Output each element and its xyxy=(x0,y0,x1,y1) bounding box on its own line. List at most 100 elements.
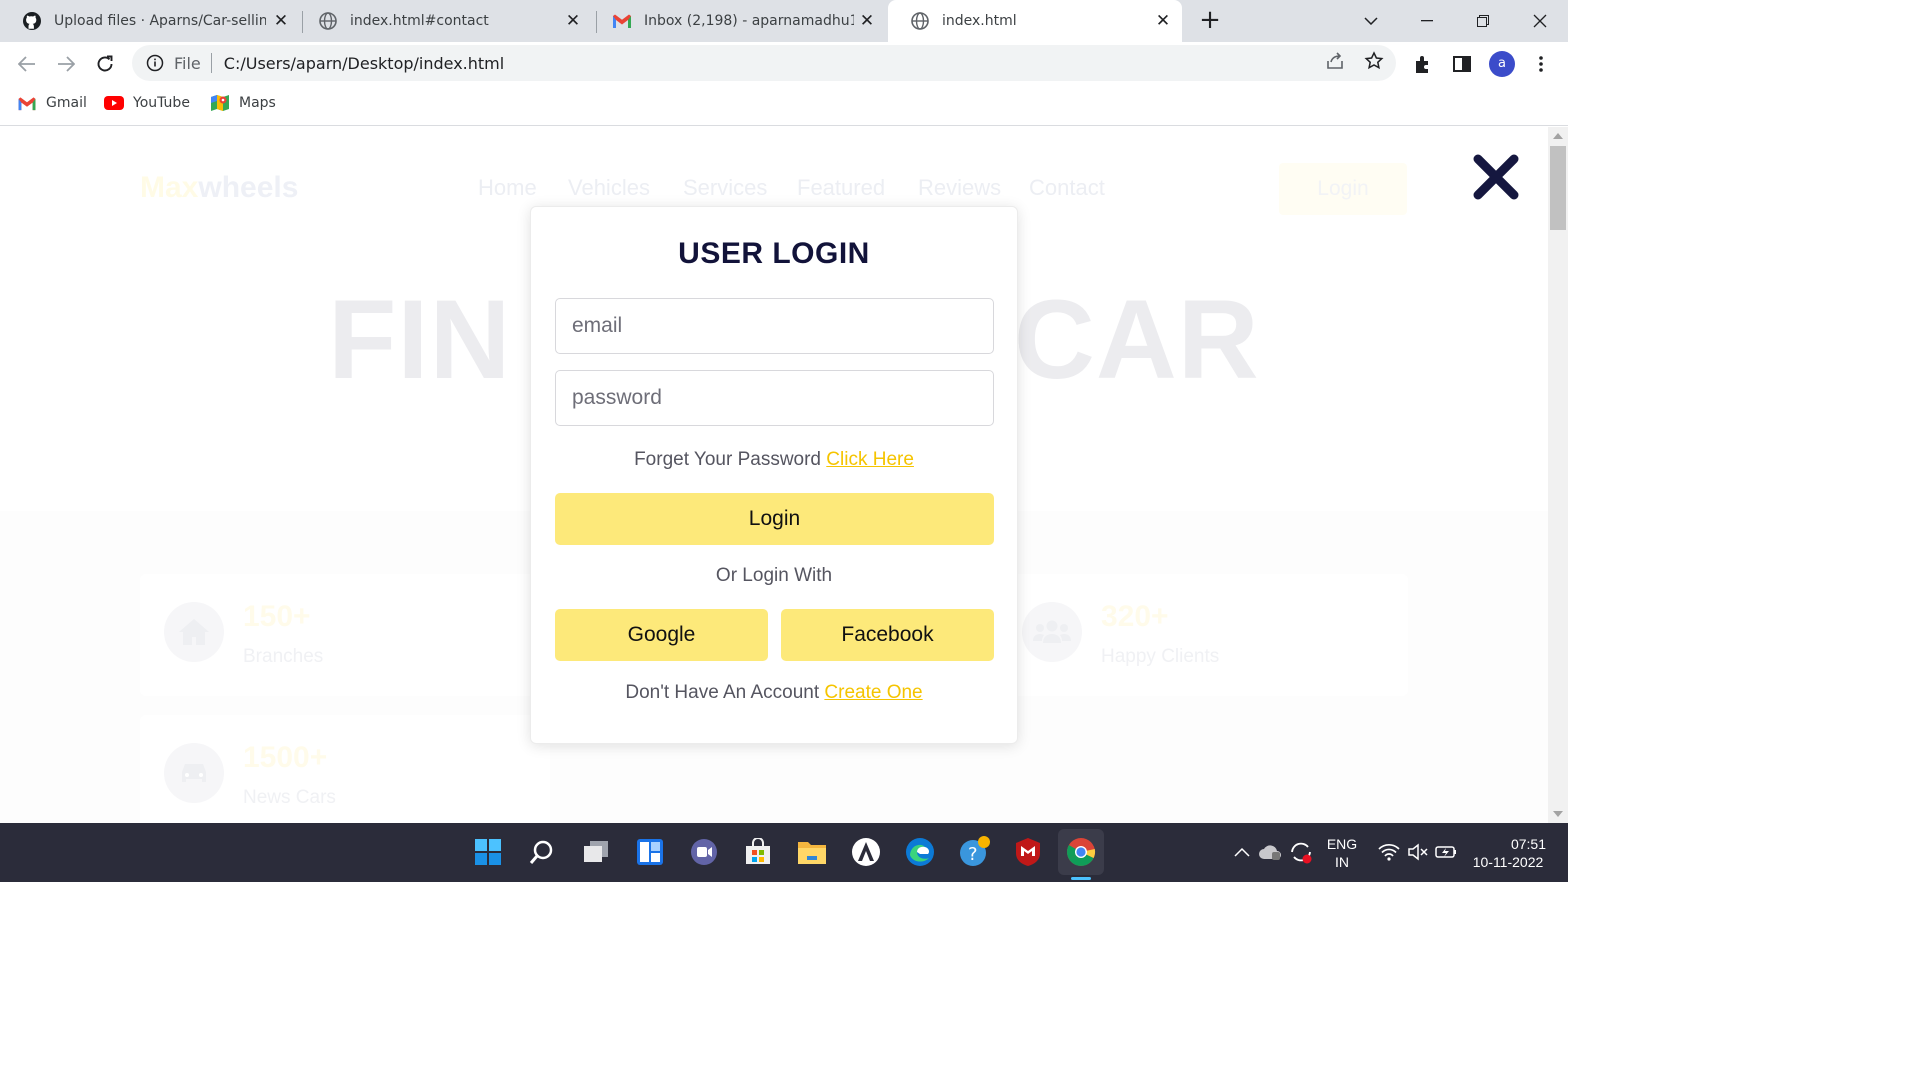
facebook-login-button[interactable]: Facebook xyxy=(781,609,994,661)
profile-avatar[interactable]: a xyxy=(1489,51,1515,77)
close-tab-icon[interactable]: ✕ xyxy=(858,12,876,30)
scroll-up-arrow-icon[interactable] xyxy=(1553,133,1563,139)
bookmark-youtube[interactable]: YouTube xyxy=(104,94,190,112)
stat-card-branches: 150+ Branches xyxy=(140,574,550,696)
close-tab-icon[interactable]: ✕ xyxy=(1154,12,1172,30)
minimize-icon[interactable] xyxy=(1399,0,1455,42)
tab-title: index.html xyxy=(942,13,1017,29)
bookmark-label: Gmail xyxy=(46,95,87,111)
bookmark-gmail[interactable]: Gmail xyxy=(17,94,87,112)
hero-heading-left: FIN xyxy=(328,277,512,402)
header-login-button[interactable]: Login xyxy=(1279,163,1407,215)
url-text[interactable]: C:/Users/aparn/Desktop/index.html xyxy=(224,54,504,73)
tab-inbox[interactable]: Inbox (2,198) - aparnamadhu101 ✕ xyxy=(590,0,886,42)
reload-icon[interactable] xyxy=(93,52,117,76)
nav-reviews[interactable]: Reviews xyxy=(918,175,1001,201)
youtube-icon xyxy=(104,94,124,112)
tab-title: index.html#contact xyxy=(350,13,489,29)
edge-icon[interactable] xyxy=(903,835,937,869)
gmail-icon xyxy=(17,94,37,112)
file-explorer-icon[interactable] xyxy=(795,835,829,869)
car-icon xyxy=(164,743,224,803)
login-modal: USER LOGIN Forget Your Password Click He… xyxy=(530,206,1018,744)
extensions-icon[interactable] xyxy=(1412,53,1434,75)
microsoft-store-icon[interactable] xyxy=(741,835,775,869)
mcafee-icon[interactable] xyxy=(1011,835,1045,869)
click-here-link[interactable]: Click Here xyxy=(826,449,914,470)
github-icon xyxy=(22,11,42,31)
tab-strip: Upload files · Aparns/Car-selling- ✕ ind… xyxy=(0,0,1568,42)
language-indicator[interactable]: ENG IN xyxy=(1322,835,1362,871)
stat-card-cars: 1500+ News Cars xyxy=(140,715,550,823)
logo-part-max: Max xyxy=(140,171,199,204)
nav-home[interactable]: Home xyxy=(478,175,537,201)
logo-part-wheels: wheels xyxy=(198,171,299,204)
battery-charging-icon[interactable] xyxy=(1430,835,1464,869)
create-one-link[interactable]: Create One xyxy=(824,682,922,703)
get-help-icon[interactable]: ? xyxy=(957,835,991,869)
or-login-with-text: Or Login With xyxy=(715,565,833,586)
menu-kebab-icon[interactable] xyxy=(1530,53,1552,75)
restore-icon[interactable] xyxy=(1455,0,1511,42)
stat-label: News Cars xyxy=(243,787,336,808)
bookmarks-bar: Gmail YouTube Maps xyxy=(0,86,1568,126)
tab-contact[interactable]: index.html#contact ✕ xyxy=(296,0,592,42)
task-view-icon[interactable] xyxy=(579,835,613,869)
password-input[interactable] xyxy=(555,370,994,426)
clock[interactable]: 07:51 10-11-2022 xyxy=(1468,835,1548,871)
new-tab-button[interactable]: + xyxy=(1197,7,1223,34)
bookmark-star-icon[interactable] xyxy=(1364,51,1384,71)
close-tab-icon[interactable]: ✕ xyxy=(272,12,290,30)
globe-icon xyxy=(318,11,338,31)
tab-title: Upload files · Aparns/Car-selling- xyxy=(54,13,266,29)
stat-value: 320+ xyxy=(1101,600,1169,633)
address-bar[interactable]: File C:/Users/aparn/Desktop/index.html xyxy=(132,45,1396,81)
create-account-row: Don't Have An Account Create One xyxy=(531,682,1017,704)
page-viewport: Maxwheels Home Vehicles Services Feature… xyxy=(0,127,1548,823)
app-icon[interactable] xyxy=(849,835,883,869)
no-account-text: Don't Have An Account xyxy=(625,682,820,703)
forgot-password-text: Forget Your Password xyxy=(634,449,822,470)
bookmark-maps[interactable]: Maps xyxy=(210,94,276,112)
onedrive-icon[interactable] xyxy=(1254,835,1288,869)
site-logo[interactable]: Maxwheels xyxy=(140,171,298,205)
scrollbar-thumb[interactable] xyxy=(1550,146,1566,230)
browser-toolbar: File C:/Users/aparn/Desktop/index.html xyxy=(0,42,1568,86)
share-icon[interactable] xyxy=(1325,51,1345,71)
region-code: IN xyxy=(1335,854,1349,870)
language-code: ENG xyxy=(1326,836,1358,852)
window-close-icon[interactable] xyxy=(1512,0,1568,42)
forward-icon[interactable] xyxy=(54,52,78,76)
nav-featured[interactable]: Featured xyxy=(797,175,885,201)
widgets-icon[interactable] xyxy=(633,835,667,869)
nav-vehicles[interactable]: Vehicles xyxy=(568,175,650,201)
close-modal-icon[interactable] xyxy=(1470,151,1522,203)
back-icon[interactable] xyxy=(15,52,39,76)
search-icon[interactable] xyxy=(525,835,559,869)
stat-label: Branches xyxy=(243,646,324,667)
bookmark-label: Maps xyxy=(239,95,276,111)
tab-index-active[interactable]: index.html ✕ xyxy=(888,0,1182,42)
stat-label: Happy Clients xyxy=(1101,646,1220,667)
forgot-password-row: Forget Your Password Click Here xyxy=(531,449,1017,471)
email-input[interactable] xyxy=(555,298,994,354)
info-icon[interactable] xyxy=(146,54,164,72)
page-scrollbar[interactable] xyxy=(1548,127,1568,823)
login-submit-button[interactable]: Login xyxy=(555,493,994,545)
sync-icon[interactable] xyxy=(1284,835,1318,869)
modal-title: USER LOGIN xyxy=(678,237,870,270)
url-divider xyxy=(210,53,212,73)
tab-search-chevron-icon[interactable] xyxy=(1343,0,1399,42)
nav-contact[interactable]: Contact xyxy=(1029,175,1105,201)
teams-chat-icon[interactable] xyxy=(687,835,721,869)
google-login-button[interactable]: Google xyxy=(555,609,768,661)
nav-services[interactable]: Services xyxy=(683,175,767,201)
windows-start-icon[interactable] xyxy=(471,835,505,869)
bookmark-label: YouTube xyxy=(133,95,190,111)
windows-taskbar: ? ENG IN 07:51 10-11-2022 xyxy=(0,823,1568,882)
chrome-icon[interactable] xyxy=(1058,829,1104,875)
close-tab-icon[interactable]: ✕ xyxy=(564,12,582,30)
side-panel-icon[interactable] xyxy=(1451,53,1473,75)
scroll-down-arrow-icon[interactable] xyxy=(1553,811,1563,817)
tab-upload-files[interactable]: Upload files · Aparns/Car-selling- ✕ xyxy=(0,0,300,42)
